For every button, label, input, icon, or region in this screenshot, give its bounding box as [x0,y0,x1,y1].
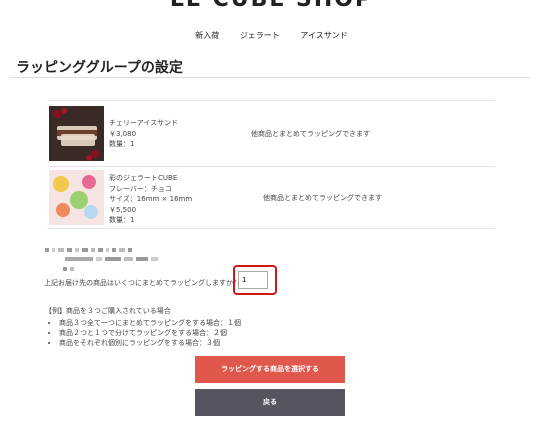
wrapping-count-input[interactable] [238,271,268,289]
wrapping-count-question: 上記お届け先の商品はいくつにまとめてラッピングしますか？ [44,279,240,287]
shop-title[interactable]: LE CUBE SHOP [0,0,543,12]
product-row: 彩のジェラートCUBE フレーバー：チョコ サイズ：16mm × 16mm ￥5… [48,166,495,229]
list-item: 商品３つ全て一つにまとめてラッピングをする場合：１個 [59,318,241,328]
product-quantity: 数量：1 [109,216,135,224]
main-nav: 新入荷 ジェラート アイスサンド [0,30,543,41]
nav-ice-sandwich[interactable]: アイスサンド [300,31,347,40]
product-thumbnail [49,170,104,225]
select-items-button[interactable]: ラッピングする商品を選択する [195,356,345,383]
product-size: サイズ：16mm × 16mm [109,195,193,203]
product-price: ￥5,500 [109,205,137,214]
redacted-address [45,237,135,252]
product-name: 彩のジェラートCUBE [109,174,178,182]
nav-new-arrivals[interactable]: 新入荷 [195,31,219,40]
nav-gelato[interactable]: ジェラート [240,31,280,40]
wrapping-note: 他商品とまとめてラッピングできます [251,130,370,138]
product-quantity: 数量：1 [109,140,135,148]
example-list: 商品３つ全て一つにまとめてラッピングをする場合：１個 商品２つと１つで分けてラッ… [45,318,241,348]
example-heading: 【例】商品を３つご購入されている場合 [45,307,171,315]
list-item: 商品をそれぞれ個別にラッピングをする場合：３個 [59,338,241,348]
title-divider [10,77,530,78]
page-title: ラッピンググループの設定 [16,60,183,76]
product-row: チェリーアイスサンド ￥3,080 数量：1 他商品とまとめてラッピングできます [48,100,495,167]
wrapping-note: 他商品とまとめてラッピングできます [263,194,382,202]
product-thumbnail [49,106,104,161]
product-name: チェリーアイスサンド [109,119,179,127]
redacted-address [63,256,77,271]
back-button[interactable]: 戻る [195,389,345,416]
list-item: 商品２つと１つで分けてラッピングをする場合：２個 [59,328,241,338]
product-price: ￥3,080 [109,129,137,138]
example-section: 【例】商品を３つご購入されている場合 商品３つ全て一つにまとめてラッピングをする… [45,306,241,348]
product-flavor: フレーバー：チョコ [109,184,172,193]
redacted-address [65,246,161,261]
